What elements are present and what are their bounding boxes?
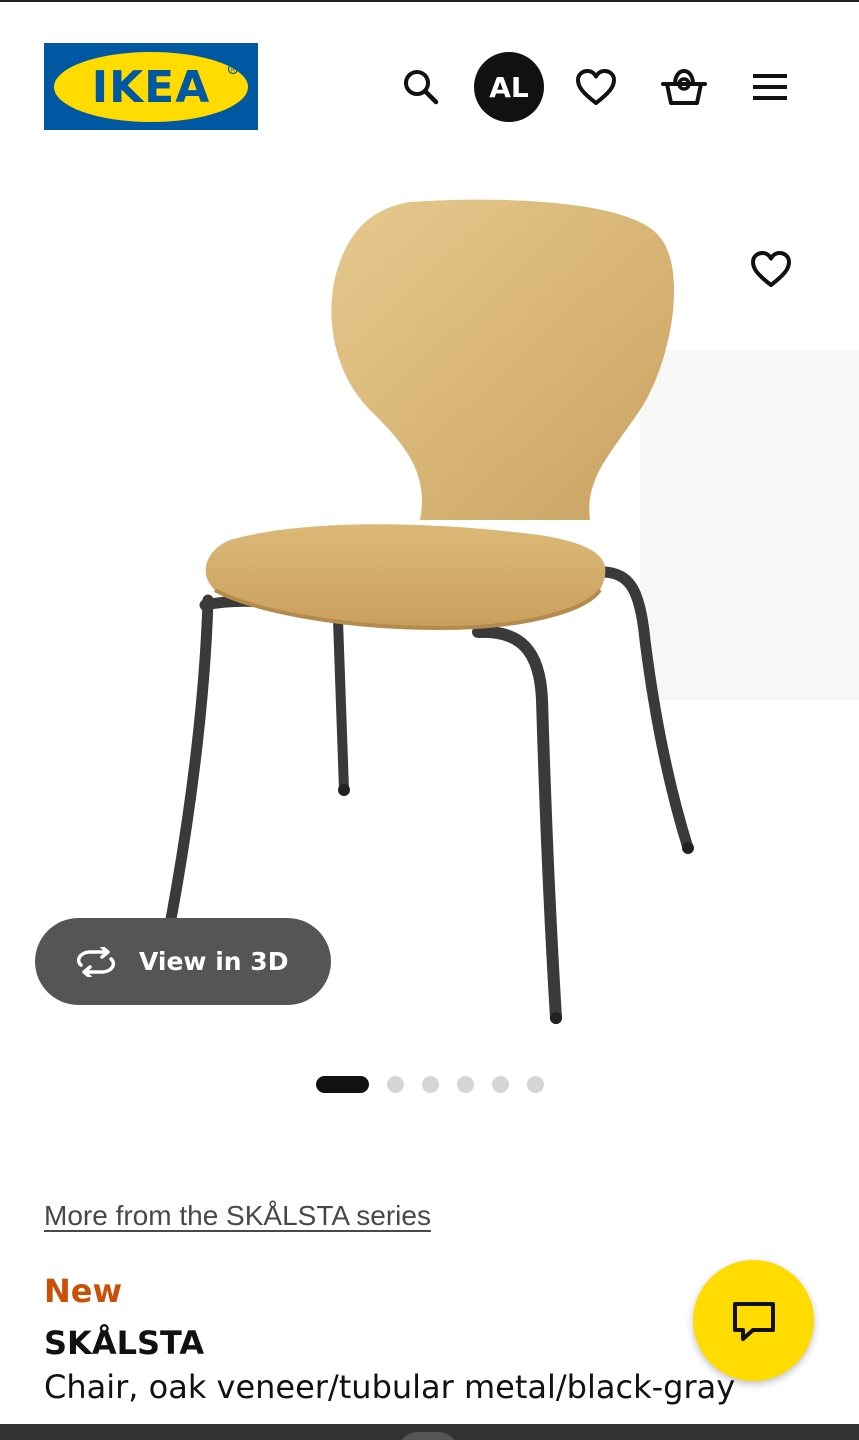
- search-button[interactable]: [386, 52, 456, 122]
- top-divider: [0, 0, 859, 2]
- carousel-dot[interactable]: [316, 1075, 369, 1093]
- rotate-3d-icon: [73, 946, 119, 977]
- account-initials: AL: [489, 70, 529, 104]
- new-badge: New: [44, 1272, 123, 1310]
- ikea-logo[interactable]: IKEA R: [44, 43, 258, 130]
- chat-button[interactable]: [693, 1260, 814, 1381]
- series-link[interactable]: More from the SKÅLSTA series: [44, 1200, 431, 1232]
- carousel-dot[interactable]: [457, 1075, 474, 1093]
- shopping-bag-icon: [661, 68, 707, 105]
- carousel-dot[interactable]: [492, 1075, 509, 1093]
- product-name: SKÅLSTA: [44, 1324, 205, 1362]
- search-icon: [404, 70, 439, 105]
- heart-icon: [576, 69, 616, 105]
- heart-icon: [751, 251, 791, 287]
- carousel-dot[interactable]: [527, 1075, 544, 1093]
- favorites-button[interactable]: [561, 52, 631, 122]
- product-image[interactable]: [0, 160, 859, 1040]
- shopping-bag-button[interactable]: [649, 52, 719, 122]
- menu-button[interactable]: [735, 52, 805, 122]
- menu-icon: [753, 74, 787, 100]
- account-avatar-button[interactable]: AL: [474, 52, 544, 122]
- product-page: IKEA R AL View in 3D More from the SKÅLS…: [0, 0, 859, 1440]
- logo-text: IKEA: [92, 62, 211, 113]
- view-in-3d-label: View in 3D: [139, 947, 289, 976]
- carousel-dot[interactable]: [387, 1075, 404, 1093]
- carousel-dot[interactable]: [422, 1075, 439, 1093]
- ikea-logo-mark: IKEA R: [54, 51, 248, 122]
- chat-icon: [732, 1301, 775, 1341]
- chair-image: [162, 199, 859, 1024]
- product-description: Chair, oak veneer/tubular metal/black-gr…: [44, 1368, 736, 1406]
- svg-text:R: R: [231, 66, 235, 73]
- product-favorite-button[interactable]: [736, 234, 806, 304]
- view-in-3d-button[interactable]: View in 3D: [35, 918, 331, 1005]
- image-carousel-indicator: [316, 1074, 562, 1094]
